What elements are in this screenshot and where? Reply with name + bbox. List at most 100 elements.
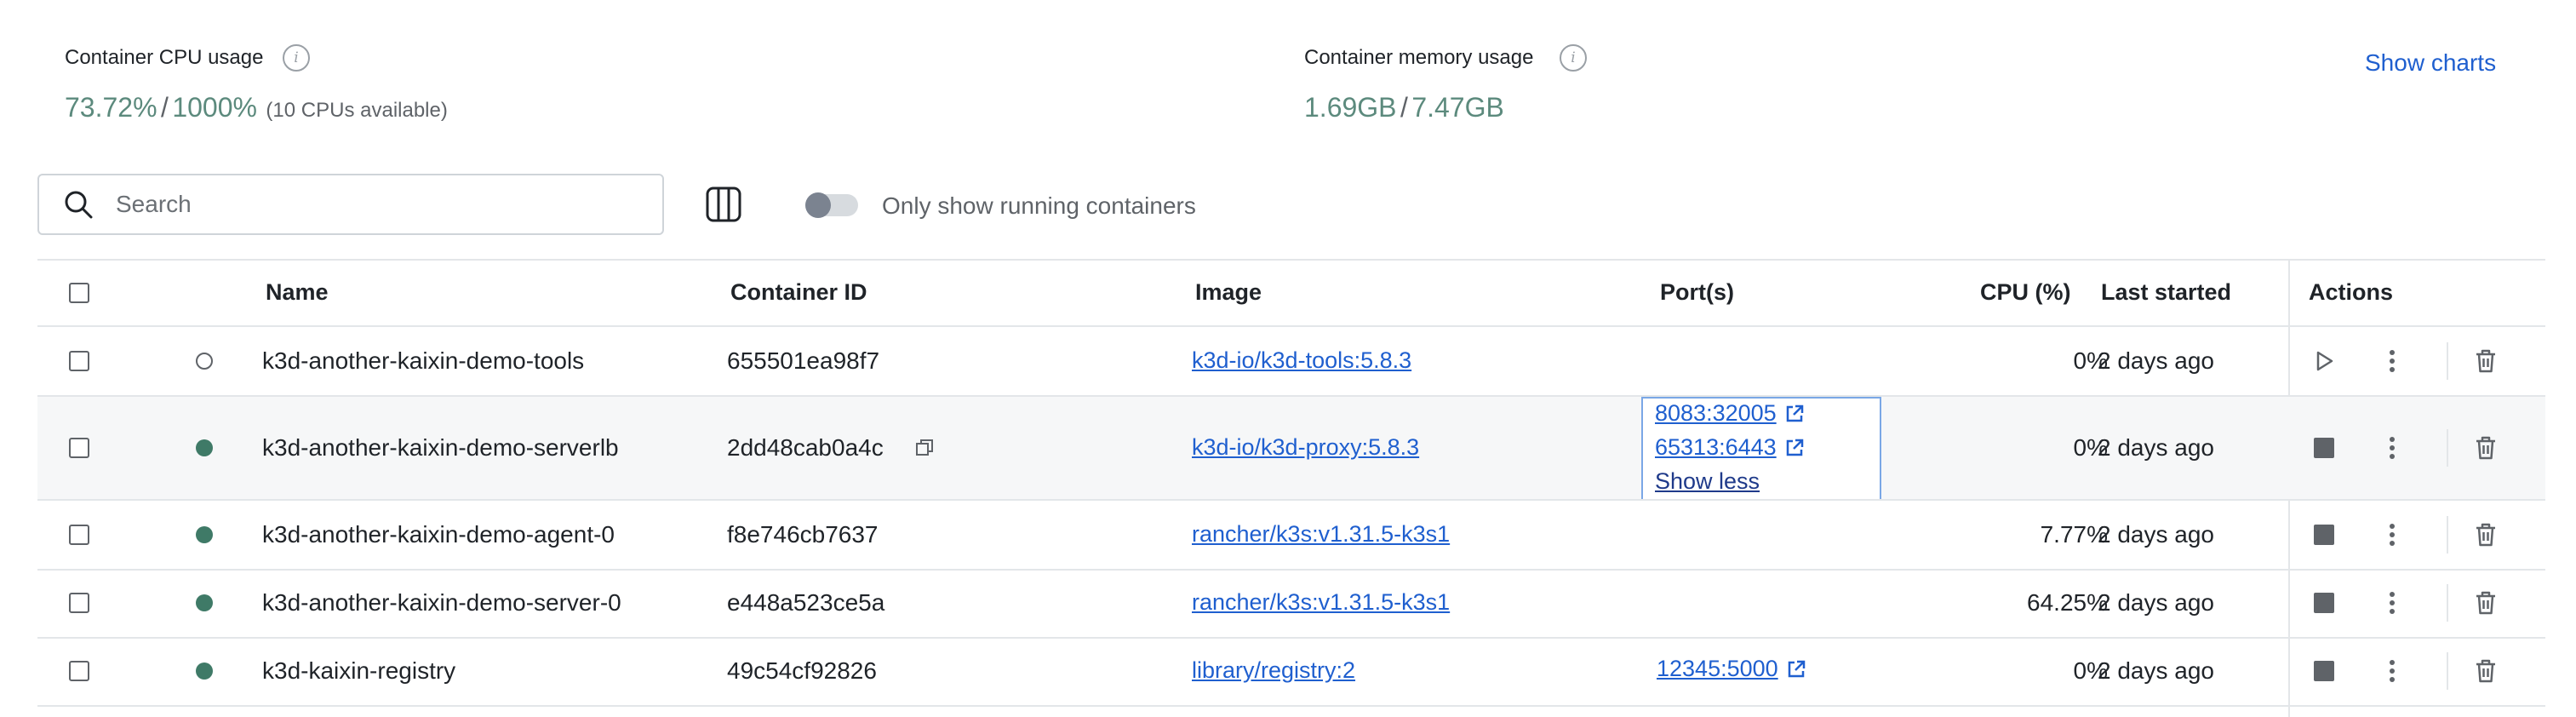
- port-link[interactable]: 12345:5000: [1657, 656, 1778, 682]
- container-id: 49c54cf92826: [727, 657, 877, 684]
- more-vertical-icon[interactable]: [2375, 518, 2409, 552]
- columns-icon[interactable]: [705, 186, 742, 223]
- trash-icon[interactable]: [2469, 518, 2503, 552]
- column-header-name[interactable]: Name: [266, 279, 329, 306]
- trash-icon[interactable]: [2469, 654, 2503, 688]
- stop-icon[interactable]: [2307, 654, 2341, 688]
- column-header-actions: Actions: [2309, 279, 2394, 305]
- cpu-percent: 64.25%: [2027, 589, 2108, 616]
- status-running-icon: [196, 663, 213, 680]
- table-row[interactable]: k3d-another-kaixin-demo-tools 655501ea98…: [37, 327, 2545, 395]
- image-link[interactable]: rancher/k3s:v1.31.5-k3s1: [1192, 589, 1450, 616]
- port-mapping[interactable]: 8083:32005: [1655, 400, 1806, 427]
- container-name[interactable]: k3d-another-kaixin-demo-serverlb: [262, 434, 619, 462]
- trash-icon[interactable]: [2469, 344, 2503, 378]
- action-divider: [2447, 342, 2448, 380]
- last-started: 2 days ago: [2098, 347, 2214, 374]
- stop-icon[interactable]: [2307, 586, 2341, 620]
- port-link[interactable]: 8083:32005: [1655, 400, 1777, 427]
- memory-usage-value: 1.69GB / 7.47GB: [1304, 92, 1504, 123]
- select-all-checkbox[interactable]: [69, 283, 89, 303]
- container-name[interactable]: k3d-another-kaixin-demo-tools: [262, 347, 584, 375]
- last-started: 2 days ago: [2098, 434, 2214, 461]
- cpu-usage-separator: /: [160, 92, 169, 123]
- last-started: 2 days ago: [2098, 521, 2214, 548]
- status-running-icon: [196, 439, 213, 456]
- cpu-count-note: (10 CPUs available): [266, 99, 448, 122]
- container-id: e448a523ce5a: [727, 589, 885, 616]
- memory-usage-label: Container memory usage: [1304, 46, 1534, 69]
- column-header-container-id[interactable]: Container ID: [730, 279, 867, 306]
- row-checkbox[interactable]: [69, 351, 89, 371]
- more-vertical-icon[interactable]: [2375, 586, 2409, 620]
- image-link[interactable]: k3d-io/k3d-tools:5.8.3: [1192, 347, 1411, 374]
- port-link[interactable]: 65313:6443: [1655, 434, 1777, 461]
- status-running-icon: [196, 526, 213, 543]
- external-link-icon: [1786, 404, 1803, 422]
- column-header-last-started[interactable]: Last started: [2101, 279, 2231, 306]
- play-icon[interactable]: [2307, 344, 2341, 378]
- status-running-icon: [196, 594, 213, 611]
- container-name[interactable]: k3d-another-kaixin-demo-agent-0: [262, 521, 615, 548]
- info-icon[interactable]: i: [283, 44, 310, 72]
- column-header-cpu[interactable]: CPU (%): [1980, 279, 2071, 306]
- external-link-icon: [1786, 439, 1803, 456]
- running-only-toggle[interactable]: [805, 192, 858, 218]
- info-icon[interactable]: i: [1560, 44, 1587, 72]
- memory-usage-used: 1.69GB: [1304, 92, 1397, 123]
- toggle-knob: [805, 192, 831, 218]
- table-row[interactable]: k3d-another-kaixin-demo-agent-0 f8e746cb…: [37, 501, 2545, 569]
- row-checkbox[interactable]: [69, 438, 89, 458]
- last-started: 2 days ago: [2098, 589, 2214, 616]
- table-top-divider: [37, 259, 2545, 261]
- image-link[interactable]: k3d-io/k3d-proxy:5.8.3: [1192, 434, 1419, 461]
- row-divider: [37, 705, 2545, 707]
- ports-list: 8083:32005 65313:6443 Show less: [1641, 397, 1881, 501]
- show-charts-button[interactable]: Show charts: [2365, 49, 2496, 77]
- container-id: 655501ea98f7: [727, 347, 880, 374]
- container-name[interactable]: k3d-kaixin-registry: [262, 657, 455, 685]
- copy-icon[interactable]: [914, 438, 935, 462]
- running-only-label: Only show running containers: [882, 192, 1196, 219]
- column-header-image[interactable]: Image: [1195, 279, 1262, 306]
- trash-icon[interactable]: [2469, 586, 2503, 620]
- row-checkbox[interactable]: [69, 661, 89, 681]
- container-name[interactable]: k3d-another-kaixin-demo-server-0: [262, 589, 621, 617]
- cpu-percent: 0%: [2073, 434, 2108, 461]
- search-icon: [65, 191, 93, 219]
- cpu-usage-total: 1000%: [172, 92, 257, 123]
- container-id: 2dd48cab0a4c: [727, 434, 884, 461]
- table-row[interactable]: k3d-another-kaixin-demo-serverlb 2dd48ca…: [37, 397, 2545, 501]
- status-stopped-icon: [196, 353, 213, 370]
- search-field[interactable]: [37, 174, 664, 235]
- column-header-ports[interactable]: Port(s): [1660, 279, 1734, 306]
- action-divider: [2447, 429, 2448, 467]
- cpu-usage-label: Container CPU usage: [65, 46, 264, 69]
- row-checkbox[interactable]: [69, 593, 89, 613]
- port-mapping[interactable]: 65313:6443: [1655, 434, 1806, 461]
- table-row[interactable]: k3d-kaixin-registry 49c54cf92826 library…: [37, 639, 2545, 707]
- more-vertical-icon[interactable]: [2375, 654, 2409, 688]
- more-vertical-icon[interactable]: [2375, 344, 2409, 378]
- stop-icon[interactable]: [2307, 431, 2341, 465]
- action-divider: [2447, 516, 2448, 554]
- cpu-percent: 0%: [2073, 347, 2108, 374]
- image-link[interactable]: rancher/k3s:v1.31.5-k3s1: [1192, 521, 1450, 548]
- port-mapping[interactable]: 12345:5000: [1657, 656, 1807, 682]
- image-link[interactable]: library/registry:2: [1192, 657, 1355, 684]
- action-divider: [2447, 652, 2448, 690]
- memory-usage-total: 7.47GB: [1411, 92, 1504, 123]
- cpu-usage-percent: 73.72%: [65, 92, 157, 123]
- search-input[interactable]: [114, 190, 594, 219]
- table-row[interactable]: k3d-another-kaixin-demo-server-0 e448a52…: [37, 571, 2545, 639]
- cpu-percent: 7.77%: [2040, 521, 2108, 548]
- container-id: f8e746cb7637: [727, 521, 879, 548]
- show-less-link[interactable]: Show less: [1655, 468, 1760, 495]
- cpu-percent: 0%: [2073, 657, 2108, 684]
- trash-icon[interactable]: [2469, 431, 2503, 465]
- row-checkbox[interactable]: [69, 525, 89, 545]
- memory-usage-separator: /: [1400, 92, 1408, 123]
- more-vertical-icon[interactable]: [2375, 431, 2409, 465]
- last-started: 2 days ago: [2098, 657, 2214, 684]
- stop-icon[interactable]: [2307, 518, 2341, 552]
